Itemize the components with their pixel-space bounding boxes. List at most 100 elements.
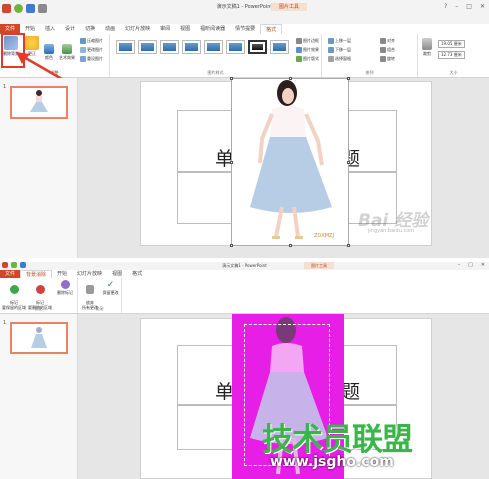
minimize-icon[interactable]: – [458, 262, 461, 268]
picture-tools-context-label: 图片工具 [304, 262, 334, 269]
picture-styles-group: 图片边框 图片效果 图片版式 图片样式 [110, 34, 322, 77]
ribbon-tabs: 文件 开始 插入 设计 切换 动画 幻灯片放映 审阅 视图 福昕阅读器 情节提要… [0, 24, 489, 34]
picture-tools-context-label: 图片工具 [271, 3, 307, 11]
tab-insert[interactable]: 插入 [40, 24, 60, 34]
slide-thumbnail[interactable] [10, 86, 68, 119]
slide-thumbnail[interactable] [10, 322, 68, 354]
crop-icon [422, 38, 432, 50]
title-bar: 演示文稿1 - PowerPoint 图片工具 – □ ✕ [0, 262, 489, 270]
tab-view[interactable]: 视图 [175, 24, 195, 34]
width-field[interactable]: 12.73 厘米 [438, 51, 465, 59]
resize-handle[interactable] [347, 244, 350, 247]
tab-design[interactable]: 设计 [60, 24, 80, 34]
picture-style-2[interactable] [138, 40, 157, 54]
refine-group-label: 优化 [34, 306, 43, 311]
tab-view[interactable]: 视图 [107, 270, 127, 278]
tab-home[interactable]: 开始 [52, 270, 72, 278]
maximize-icon[interactable]: □ [468, 262, 473, 268]
rotate-button[interactable]: 旋转 [380, 56, 395, 62]
keep-changes-button[interactable]: ✓ 保留更改 [100, 280, 121, 296]
compress-pictures-button[interactable]: 压缩图片 [80, 38, 103, 44]
height-field[interactable]: 19.05 厘米 [438, 40, 465, 48]
picture-style-4[interactable] [182, 40, 201, 54]
site-logo-text: 技术员联盟 [262, 422, 413, 458]
tab-background-removal[interactable]: 背景消除 [20, 270, 53, 278]
compress-icon [80, 38, 86, 44]
selection-pane-icon [328, 56, 334, 62]
size-group-label: 大小 [449, 70, 458, 75]
rotate-icon [380, 56, 386, 62]
resize-handle[interactable] [347, 77, 350, 80]
tab-transitions[interactable]: 切换 [80, 24, 100, 34]
tab-foxit[interactable]: 福昕阅读器 [195, 24, 230, 34]
picture-style-1[interactable] [116, 40, 135, 54]
close-icon[interactable]: ✕ [480, 3, 485, 10]
tab-review[interactable]: 审阅 [155, 24, 175, 34]
effects-icon [296, 47, 302, 53]
send-backward-icon [328, 47, 334, 53]
ribbon: 标记 要保留的区域 标记 要删除的区域 删除标记 优化 放弃 所有更改 ✓ 保留… [0, 278, 489, 314]
tab-format[interactable]: 格式 [127, 270, 147, 278]
window-controls: ? – □ ✕ [444, 3, 485, 10]
slide-thumbnail-pane: 1 [0, 314, 78, 479]
resize-handle[interactable] [347, 161, 350, 164]
tab-file[interactable]: 文件 [0, 270, 21, 278]
top-screenshot: 演示文稿1 - PowerPoint 图片工具 ? – □ ✕ 文件 开始 插入… [0, 0, 489, 258]
delete-mark-button[interactable]: 删除标记 [54, 280, 76, 296]
checkmark-icon: ✓ [106, 280, 115, 290]
thumbnail-figure [30, 90, 48, 112]
align-button[interactable]: 对齐 [380, 38, 395, 44]
help-icon[interactable]: ? [444, 3, 447, 10]
tab-animations[interactable]: 动画 [100, 24, 120, 34]
thumbnail-figure [31, 327, 47, 348]
window-controls: – □ ✕ [458, 262, 485, 268]
resize-handle[interactable] [289, 244, 292, 247]
photo-credit: ZDXMZJ [314, 233, 334, 239]
minimize-icon[interactable]: – [455, 3, 458, 10]
selected-picture[interactable]: ZDXMZJ [230, 77, 350, 247]
picture-border-button[interactable]: 图片边框 [296, 38, 319, 44]
selection-pane-button[interactable]: 选择窗格 [328, 56, 351, 62]
size-group: 裁剪 19.05 厘米 12.73 厘米 大小 [418, 34, 489, 77]
tab-format[interactable]: 格式 [260, 24, 283, 34]
group-icon [380, 47, 386, 53]
ribbon-tabs: 文件 背景消除 开始 幻灯片放映 视图 格式 [0, 270, 489, 278]
close-group-label: 关闭 [95, 306, 104, 311]
arrange-group: 上移一层 下移一层 选择窗格 对齐 组合 旋转 排列 [322, 34, 418, 77]
picture-effects-button[interactable]: 图片效果 [296, 47, 319, 53]
send-backward-button[interactable]: 下移一层 [328, 47, 351, 53]
baidu-watermark-url: jingyan.baidu.com [368, 228, 415, 234]
refine-group: 标记 要保留的区域 标记 要删除的区域 删除标记 优化 [0, 278, 78, 313]
resize-handle[interactable] [230, 77, 233, 80]
tab-slideshow[interactable]: 幻灯片放映 [72, 270, 107, 278]
discard-icon [86, 285, 94, 294]
border-icon [296, 38, 302, 44]
window-title: 演示文稿1 - PowerPoint [222, 263, 267, 268]
align-icon [380, 38, 386, 44]
tab-storyboard[interactable]: 情节提要 [230, 24, 260, 34]
resize-handle[interactable] [230, 161, 233, 164]
crop-button[interactable]: 裁剪 [420, 38, 434, 57]
close-icon[interactable]: ✕ [481, 262, 485, 268]
bring-forward-button[interactable]: 上移一层 [328, 38, 351, 44]
picture-style-3[interactable] [160, 40, 179, 54]
picture-layout-button[interactable]: 图片版式 [296, 56, 319, 62]
window-title: 演示文稿1 - PowerPoint [216, 4, 273, 10]
picture-styles-group-label: 图片样式 [207, 70, 224, 75]
picture-style-7[interactable] [248, 40, 267, 54]
woman-photo [250, 80, 332, 239]
resize-handle[interactable] [289, 77, 292, 80]
editor-workspace: 1 单 题 ZDXMZJ Bai 经验 jingyan.baidu.com [0, 77, 489, 258]
picture-style-8[interactable] [270, 40, 289, 54]
picture-style-5[interactable] [204, 40, 223, 54]
maximize-icon[interactable]: □ [466, 3, 472, 10]
group-button[interactable]: 组合 [380, 47, 395, 53]
slide-number: 1 [3, 320, 7, 326]
picture-style-6[interactable] [226, 40, 245, 54]
tab-slideshow[interactable]: 幻灯片放映 [120, 24, 155, 34]
bring-forward-icon [328, 38, 334, 44]
close-group: 放弃 所有更改 ✓ 保留更改 关闭 [78, 278, 122, 313]
arrange-group-label: 排列 [365, 70, 374, 75]
slide-thumbnail-pane: 1 [0, 78, 78, 258]
resize-handle[interactable] [230, 244, 233, 247]
